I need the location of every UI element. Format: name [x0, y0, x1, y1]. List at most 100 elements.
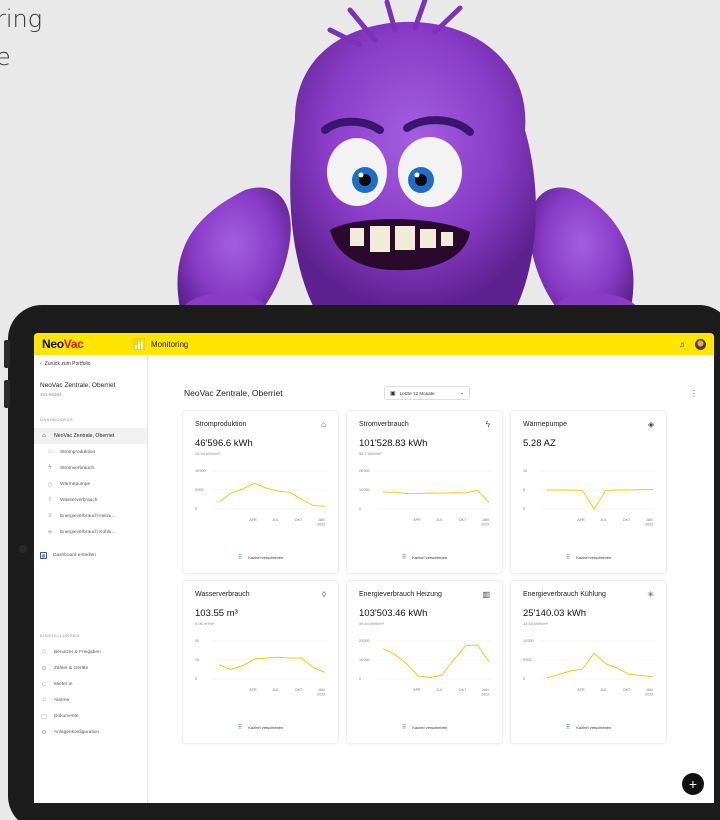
site-title: NeoVac Zentrale, Oberriet	[40, 382, 116, 389]
x-tick-label-year: 2022	[481, 523, 489, 527]
hero-text: ring e	[0, 0, 42, 76]
create-dashboard-button[interactable]: ▦ Dashboard erstellen	[34, 547, 147, 563]
x-tick-label: JUL	[272, 518, 278, 522]
y-tick-label: 0	[523, 507, 525, 511]
card-title: Energieverbrauch Heizung	[359, 591, 442, 598]
meter-icon: ⊖	[41, 665, 47, 672]
card-chart: 20'000 10'000 0 APR JUL OKT JAN2022	[359, 469, 491, 527]
dashboard-card[interactable]: Wärmepumpe ◈ 5.28 AZ 10 5 0 APR JUL OKT JAN 202…	[511, 411, 666, 573]
main-content: NeoVac Zentrale, Oberriet ▣ Letzte 12 Mo…	[148, 355, 714, 803]
move-tile-button[interactable]: ⠿ Kachel verschieben	[183, 724, 338, 731]
chevron-left-icon: ‹	[40, 361, 42, 367]
dashboard-card[interactable]: Wasserverbrauch ◊ 103.55 m³ 0.06 m³/m² 2…	[183, 581, 338, 743]
user-avatar[interactable]	[695, 338, 706, 350]
monster-illustration	[177, 0, 640, 337]
x-tick-label: JAN	[482, 688, 489, 692]
more-options-icon[interactable]: ⋮	[690, 389, 698, 398]
x-tick-label: OKT	[295, 518, 303, 522]
sidebar-item-configuration[interactable]: ⚙ Anlagenkonfiguration	[34, 724, 148, 740]
period-select[interactable]: ▣ Letzte 12 Monate ⌄	[384, 386, 470, 400]
sidebar-item-overview[interactable]: ⌂ NeoVac Zentrale, Oberriet	[34, 428, 147, 444]
sidebar-item-users[interactable]: ☺ Benutzer & Freigaben	[34, 644, 148, 660]
sidebar-item-heizung[interactable]: ≡ Energieverbrauch Heizu...	[34, 508, 147, 524]
card-subvalue: 0.06 m³/m²	[195, 621, 215, 626]
x-tick-label: OKT	[459, 518, 467, 522]
sidebar-item-meters[interactable]: ⊖ Zähler & Geräte	[34, 660, 148, 676]
drag-handle-icon: ⠿	[565, 555, 571, 561]
heatpump-icon: ◈	[647, 420, 654, 429]
sidebar-item-wasserverbrauch[interactable]: ◊ Wasserverbrauch	[34, 492, 147, 508]
notifications-icon[interactable]: ♫	[679, 340, 685, 349]
card-value: 103'503.46 kWh	[359, 608, 428, 619]
users-icon: ☺	[40, 649, 48, 655]
card-value: 25'140.03 kWh	[523, 608, 587, 619]
drop-icon: ◊	[322, 590, 326, 599]
y-tick-label: 10'000	[359, 488, 370, 492]
x-tick-label-year: 2022	[317, 693, 325, 697]
card-subvalue: 58.7 kWh/m²	[359, 451, 382, 456]
card-chart: 10'000 5'000 0 APR JUL OKT JAN2022	[523, 639, 655, 697]
move-tile-label: Kachel verschieben	[412, 725, 448, 730]
tablet-camera	[19, 545, 27, 553]
series-line	[547, 489, 653, 510]
snowflake-icon: ✳	[647, 590, 654, 599]
house-icon: ⌂	[48, 449, 52, 455]
sidebar-item-kuehlung[interactable]: ✳ Energieverbrauch Kühlu...	[34, 524, 147, 540]
x-tick-label-year: 2022	[481, 693, 489, 697]
y-tick-label: 0	[195, 677, 197, 681]
radiator-icon: ▥	[482, 590, 490, 599]
sidebar-item-alarms[interactable]: ♫ Alarme	[34, 692, 148, 708]
series-line	[382, 644, 490, 678]
y-tick-label: 20'000	[359, 469, 370, 473]
move-tile-button[interactable]: ⠿ Kachel verschieben	[347, 554, 502, 561]
dashboard-card[interactable]: Stromproduktion ⌂ 46'596.6 kWh 26.94 kWh…	[183, 411, 338, 573]
move-tile-button[interactable]: ⠿ Kachel verschieben	[511, 554, 666, 561]
app-screen: NeoVac Monitoring ♫ ‹ Zurück zum Portfoli…	[34, 333, 714, 803]
x-tick-label: JAN	[318, 688, 325, 692]
x-tick-label: JAN	[482, 518, 489, 522]
x-tick-label: APR	[249, 518, 257, 522]
add-button[interactable]: +	[682, 773, 704, 795]
monitoring-icon	[133, 338, 145, 350]
period-value: Letzte 12 Monate	[399, 390, 435, 396]
dashboard-card[interactable]: Energieverbrauch Heizung ▥ 103'503.46 kW…	[347, 581, 502, 743]
document-icon: ▢	[41, 713, 47, 720]
sidebar-item-tenants[interactable]: ⊂ Mieter:in	[34, 676, 148, 692]
y-tick-label: 5'000	[523, 658, 532, 662]
x-tick-label: APR	[413, 518, 421, 522]
card-chart: 10'000 5'000 0 APR JUL OKT JAN2022	[195, 469, 327, 527]
card-value: 46'596.6 kWh	[195, 438, 253, 449]
sidebar-item-documents[interactable]: ▢ Dokumente	[34, 708, 148, 724]
y-tick-label: 0	[359, 507, 361, 511]
y-tick-label: 10	[195, 658, 199, 662]
snowflake-icon: ✳	[47, 529, 53, 536]
card-title: Stromproduktion	[195, 421, 247, 428]
card-chart: 10 5 0 APR JUL OKT JAN2022	[523, 469, 655, 527]
tenant-icon: ⊂	[41, 681, 47, 688]
card-value: 5.28 AZ	[523, 438, 556, 449]
section-settings: EINSTELLUNGEN	[40, 633, 80, 638]
move-tile-label: Kachel verschieben	[576, 725, 612, 730]
x-tick-label: OKT	[623, 518, 631, 522]
dashboard-card[interactable]: Energieverbrauch Kühlung ✳ 25'140.03 kWh…	[511, 581, 666, 743]
x-tick-label: OKT	[623, 688, 631, 692]
hero-line-1: ring	[0, 5, 43, 33]
dashboard-card[interactable]: Stromverbrauch ϟ 101'528.83 kWh 58.7 kWh…	[347, 411, 502, 573]
back-to-portfolio-link[interactable]: ‹ Zurück zum Portfolio	[34, 361, 147, 367]
drop-icon: ◊	[48, 497, 52, 503]
hero-line-2: e	[0, 43, 11, 71]
series-line	[546, 652, 654, 679]
move-tile-button[interactable]: ⠿ Kachel verschieben	[347, 724, 502, 731]
card-title: Energieverbrauch Kühlung	[523, 591, 606, 598]
move-tile-button[interactable]: ⠿ Kachel verschieben	[511, 724, 666, 731]
x-tick-label: JUL	[272, 688, 278, 692]
move-tile-button[interactable]: ⠿ Kachel verschieben	[183, 554, 338, 561]
x-tick-label-year: 2022	[645, 693, 653, 697]
sidebar-item-stromverbrauch[interactable]: ϟ Stromverbrauch	[34, 460, 147, 476]
app-title: Monitoring	[151, 339, 189, 349]
neovac-logo[interactable]: NeoVac	[42, 337, 132, 351]
sidebar-item-stromproduktion[interactable]: ⌂ Stromproduktion	[34, 444, 147, 460]
sidebar-item-waermepumpe[interactable]: ◇ Wärmepumpe	[34, 476, 147, 492]
bolt-icon: ϟ	[48, 465, 52, 471]
radiator-icon: ≡	[48, 513, 52, 519]
